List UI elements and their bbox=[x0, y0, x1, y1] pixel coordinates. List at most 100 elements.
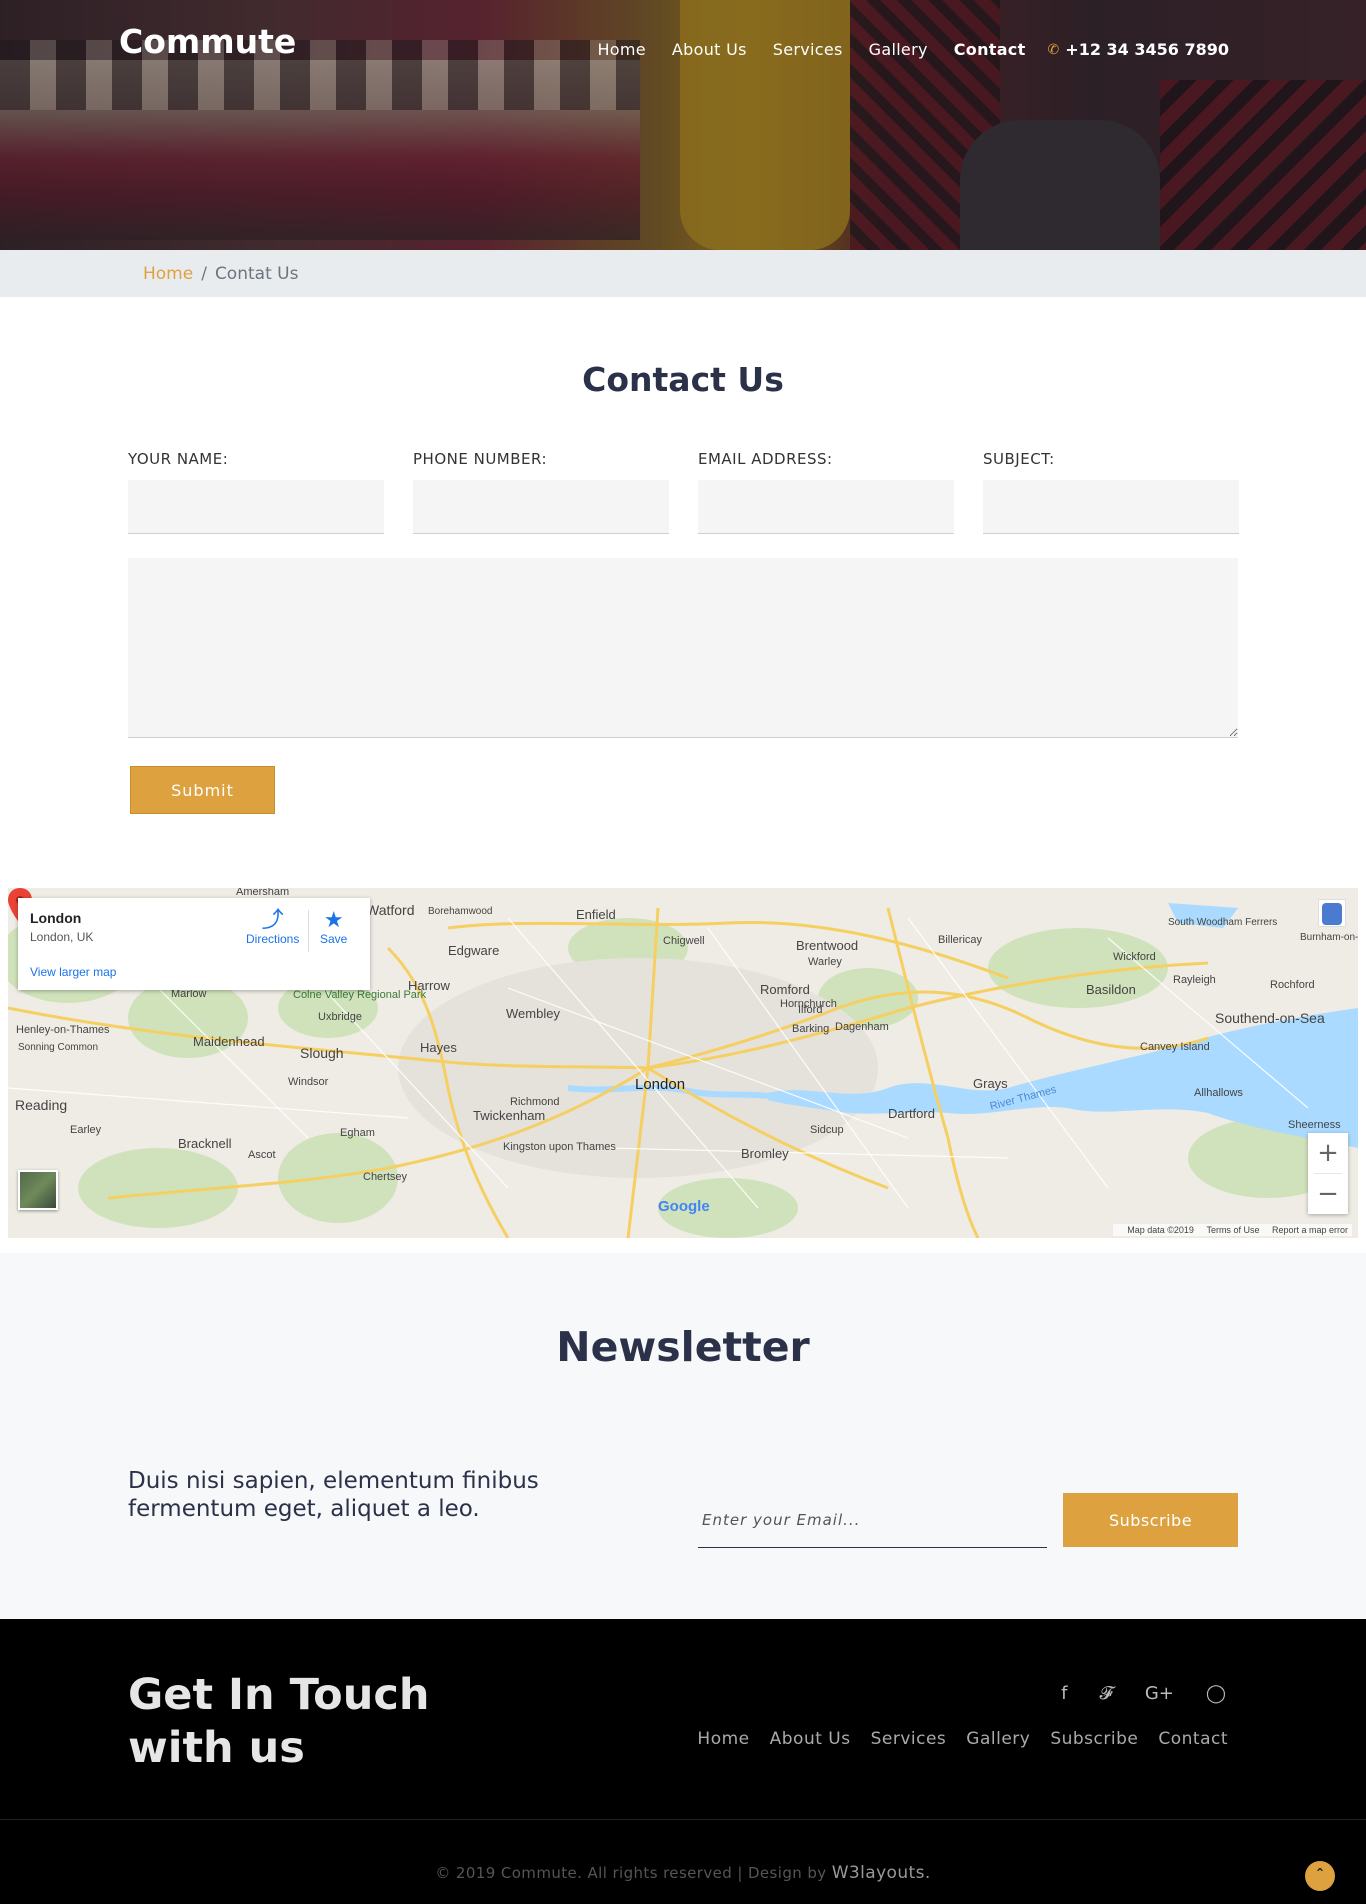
phone-icon: ✆ bbox=[1047, 41, 1060, 58]
instagram-icon[interactable]: ◯ bbox=[1206, 1683, 1226, 1704]
view-larger-map-link[interactable]: View larger map bbox=[30, 965, 116, 979]
hero-banner: Commute Home About Us Services Gallery C… bbox=[0, 0, 1366, 250]
map-label: Allhallows bbox=[1194, 1087, 1243, 1099]
twitter-icon[interactable]: 𝓕 bbox=[1100, 1683, 1113, 1704]
newsletter-section: Newsletter Duis nisi sapien, elementum f… bbox=[0, 1253, 1366, 1619]
save-button[interactable]: ★ Save bbox=[320, 907, 347, 947]
directions-label: Directions bbox=[246, 932, 300, 946]
footer-divider bbox=[0, 1819, 1366, 1820]
footer-title: Get In Touch with us bbox=[128, 1670, 430, 1773]
map-label: Rayleigh bbox=[1173, 974, 1216, 986]
map-label: Billericay bbox=[938, 934, 983, 946]
map-label: Hayes bbox=[420, 1040, 457, 1055]
footer-link-contact[interactable]: Contact bbox=[1158, 1729, 1228, 1749]
directions-icon: ⤴ bbox=[261, 907, 284, 932]
subject-label: SUBJECT: bbox=[983, 450, 1055, 468]
breadcrumb-current: Contat Us bbox=[214, 264, 299, 284]
footer-link-about[interactable]: About Us bbox=[770, 1729, 851, 1749]
breadcrumb-separator: / bbox=[201, 264, 207, 284]
nav-about[interactable]: About Us bbox=[672, 40, 747, 59]
map-label: Twickenham bbox=[473, 1108, 545, 1123]
name-label: YOUR NAME: bbox=[128, 450, 229, 468]
designer-link[interactable]: W3layouts. bbox=[832, 1863, 931, 1883]
social-links: f 𝓕 G+ ◯ bbox=[1029, 1683, 1226, 1704]
breadcrumb-home[interactable]: Home bbox=[143, 264, 193, 284]
map-label: Chigwell bbox=[663, 935, 705, 947]
map-label: South Woodham Ferrers bbox=[1168, 917, 1277, 928]
map-pin-label: London bbox=[635, 1076, 685, 1093]
google-plus-icon[interactable]: G+ bbox=[1145, 1683, 1174, 1704]
message-textarea[interactable] bbox=[128, 558, 1238, 738]
newsletter-email-input[interactable] bbox=[698, 1493, 1047, 1548]
footer-link-services[interactable]: Services bbox=[871, 1729, 947, 1749]
email-input[interactable] bbox=[698, 480, 954, 534]
name-input[interactable] bbox=[128, 480, 384, 534]
nav-services[interactable]: Services bbox=[773, 40, 843, 59]
map-label: Canvey Island bbox=[1140, 1041, 1210, 1053]
footer-link-gallery[interactable]: Gallery bbox=[966, 1729, 1030, 1749]
breadcrumb: Home / Contat Us bbox=[0, 250, 1366, 297]
name-field-group: YOUR NAME: bbox=[128, 450, 384, 534]
map-label: Bromley bbox=[741, 1146, 789, 1161]
map-label: Uxbridge bbox=[318, 1011, 362, 1023]
map-label: Kingston upon Thames bbox=[503, 1141, 616, 1153]
map-label: Earley bbox=[70, 1124, 102, 1136]
map-label: Ascot bbox=[248, 1149, 276, 1161]
map-label: Southend-on-Sea bbox=[1215, 1010, 1325, 1026]
map-label: Bracknell bbox=[178, 1136, 232, 1151]
subject-input[interactable] bbox=[983, 480, 1239, 534]
report-map-error-link[interactable]: Report a map error bbox=[1272, 1225, 1348, 1235]
map-label: Dartford bbox=[888, 1106, 935, 1121]
star-icon: ★ bbox=[323, 907, 344, 932]
map-label: Windsor bbox=[288, 1076, 329, 1088]
zoom-in-button[interactable]: + bbox=[1308, 1133, 1348, 1173]
map-label: Basildon bbox=[1086, 982, 1136, 997]
email-field-group: EMAIL ADDRESS: bbox=[698, 450, 954, 534]
contact-title: Contact Us bbox=[582, 360, 784, 399]
zoom-out-button[interactable]: − bbox=[1308, 1174, 1348, 1214]
map-label: Colne Valley Regional Park bbox=[293, 989, 427, 1001]
satellite-layer-toggle[interactable] bbox=[18, 1170, 58, 1210]
terms-of-use-link[interactable]: Terms of Use bbox=[1206, 1225, 1259, 1235]
back-to-top-icon[interactable]: ˆ bbox=[1305, 1861, 1335, 1891]
map-label: Brentwood bbox=[796, 938, 858, 953]
map-label: Sonning Common bbox=[18, 1042, 98, 1053]
phone-input[interactable] bbox=[413, 480, 669, 534]
footer: Get In Touch with us f 𝓕 G+ ◯ Home About… bbox=[0, 1619, 1366, 1904]
map-label: Wembley bbox=[506, 1006, 560, 1021]
nav-phone-number: +12 34 3456 7890 bbox=[1065, 40, 1229, 59]
map-label: Amersham bbox=[236, 888, 289, 898]
nav-gallery[interactable]: Gallery bbox=[869, 40, 928, 59]
map-label: Edgware bbox=[448, 943, 499, 958]
map-place-card: London London, UK View larger map ⤴ Dire… bbox=[18, 898, 370, 990]
map-label: Enfield bbox=[576, 907, 616, 922]
submit-button[interactable]: Submit bbox=[130, 766, 275, 814]
map-label: Sheerness bbox=[1288, 1119, 1341, 1131]
directions-button[interactable]: ⤴ Directions bbox=[246, 907, 300, 947]
map-card-divider bbox=[308, 910, 309, 952]
map-embed[interactable]: Amersham Watford Borehamwood Enfield Sou… bbox=[8, 888, 1358, 1238]
street-view-pegman-icon[interactable] bbox=[1318, 899, 1346, 927]
map-label: Rochford bbox=[1270, 979, 1315, 991]
map-label: Warley bbox=[808, 956, 842, 968]
footer-link-home[interactable]: Home bbox=[697, 1729, 749, 1749]
map-label: Dagenham bbox=[835, 1021, 889, 1033]
map-label: Slough bbox=[300, 1045, 344, 1061]
newsletter-text: Duis nisi sapien, elementum finibus ferm… bbox=[128, 1468, 539, 1522]
map-label: Burnham-on- bbox=[1300, 932, 1358, 943]
nav-home[interactable]: Home bbox=[597, 40, 645, 59]
google-logo: Google bbox=[658, 1198, 710, 1215]
map-place-sub: London, UK bbox=[30, 930, 94, 944]
map-attribution: Map data ©2019 Terms of Use Report a map… bbox=[1113, 1224, 1352, 1236]
facebook-icon[interactable]: f bbox=[1061, 1683, 1067, 1704]
map-label: Barking bbox=[792, 1023, 829, 1035]
map-label: Grays bbox=[973, 1076, 1008, 1091]
nav-phone[interactable]: ✆ +12 34 3456 7890 bbox=[1048, 40, 1229, 59]
subscribe-button[interactable]: Subscribe bbox=[1063, 1493, 1238, 1547]
map-label: Chertsey bbox=[363, 1171, 408, 1183]
footer-link-subscribe[interactable]: Subscribe bbox=[1050, 1729, 1138, 1749]
site-logo[interactable]: Commute bbox=[119, 22, 296, 61]
nav-contact[interactable]: Contact bbox=[954, 40, 1026, 59]
footer-nav: Home About Us Services Gallery Subscribe… bbox=[677, 1729, 1228, 1749]
main-nav: Home About Us Services Gallery Contact ✆… bbox=[571, 40, 1229, 59]
